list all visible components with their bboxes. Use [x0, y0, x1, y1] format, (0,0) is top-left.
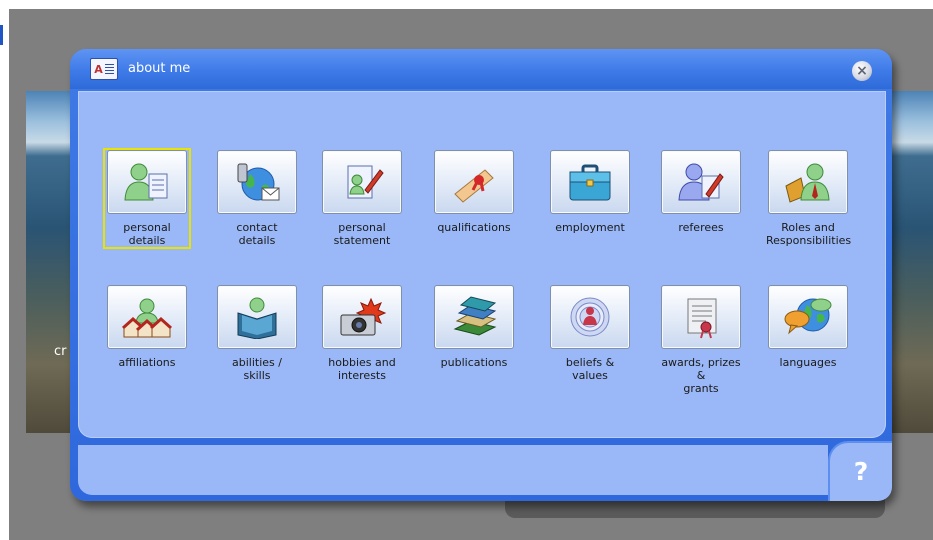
- tile-publications[interactable]: publications: [432, 285, 516, 369]
- about-me-dialog: A about me × personal details contact de…: [70, 49, 892, 501]
- tile-languages[interactable]: languages: [766, 285, 850, 369]
- tile-beliefs-and-values[interactable]: beliefs & values: [548, 285, 632, 382]
- person-reading-icon: [237, 297, 277, 339]
- tile-awards-prizes-grants[interactable]: awards, prizes & grants: [659, 285, 743, 395]
- tile-label: awards, prizes & grants: [661, 356, 741, 395]
- tile-personal-details[interactable]: personal details: [103, 148, 191, 249]
- person-pen-icon: [678, 163, 724, 201]
- tile-personal-statement[interactable]: personal statement: [320, 150, 404, 247]
- tile-label: contact details: [236, 221, 278, 247]
- tile-label: publications: [440, 356, 508, 369]
- tile-button: [322, 285, 402, 349]
- diploma-scroll-icon: [454, 169, 494, 203]
- tile-label: employment: [555, 221, 625, 234]
- globe-speech-icon: [784, 298, 832, 335]
- tile-button: [550, 150, 630, 214]
- tile-label: qualifications: [437, 221, 511, 234]
- tile-label: Roles and Responsibilities: [766, 221, 852, 247]
- tile-qualifications[interactable]: qualifications: [432, 150, 516, 234]
- address-card-icon: A: [90, 58, 118, 80]
- tile-button: [217, 285, 297, 349]
- tile-button: [434, 285, 514, 349]
- person-houses-icon: [122, 298, 172, 338]
- tile-button: [768, 150, 848, 214]
- tile-abilities-skills[interactable]: abilities / skills: [215, 285, 299, 382]
- tile-label: affiliations: [118, 356, 176, 369]
- tile-label: beliefs & values: [565, 356, 615, 382]
- tile-roles-and-responsibilities[interactable]: Roles and Responsibilities: [766, 150, 852, 247]
- tile-button: [768, 285, 848, 349]
- person-document-icon: [124, 163, 168, 201]
- close-button[interactable]: ×: [852, 61, 872, 81]
- tile-button: [661, 150, 741, 214]
- tile-label: abilities / skills: [232, 356, 282, 382]
- tile-contact-details[interactable]: contact details: [215, 150, 299, 247]
- tile-referees[interactable]: referees: [659, 150, 743, 234]
- tile-button: [550, 285, 630, 349]
- tile-button: [434, 150, 514, 214]
- tile-label: languages: [779, 356, 837, 369]
- tile-panel: personal details contact details persona…: [78, 91, 886, 438]
- background-text: cr: [54, 344, 67, 359]
- tile-button: [322, 150, 402, 214]
- camera-icon: [340, 297, 387, 336]
- dialog-footer: [78, 445, 828, 495]
- tile-button: [217, 150, 297, 214]
- help-button[interactable]: ?: [828, 441, 892, 501]
- tile-hobbies-and-interests[interactable]: hobbies and interests: [320, 285, 404, 382]
- dialog-titlebar[interactable]: A about me ×: [70, 49, 892, 89]
- certificate-icon: [687, 298, 717, 339]
- tile-affiliations[interactable]: affiliations: [105, 285, 189, 369]
- globe-phone-mail-icon: [237, 163, 280, 201]
- tile-label: personal details: [123, 221, 171, 247]
- person-target-icon: [570, 297, 610, 337]
- dialog-title: about me: [128, 61, 191, 76]
- document-pen-icon: [347, 165, 384, 199]
- person-tie-book-icon: [785, 163, 830, 203]
- left-edge-mark: [0, 25, 3, 45]
- tile-button: [661, 285, 741, 349]
- tile-label: referees: [678, 221, 724, 234]
- tile-button: [107, 150, 187, 214]
- briefcase-icon: [569, 164, 611, 201]
- tile-button: [107, 285, 187, 349]
- tile-label: personal statement: [333, 221, 391, 247]
- tile-employment[interactable]: employment: [548, 150, 632, 234]
- tile-label: hobbies and interests: [328, 356, 396, 382]
- books-icon: [453, 296, 497, 336]
